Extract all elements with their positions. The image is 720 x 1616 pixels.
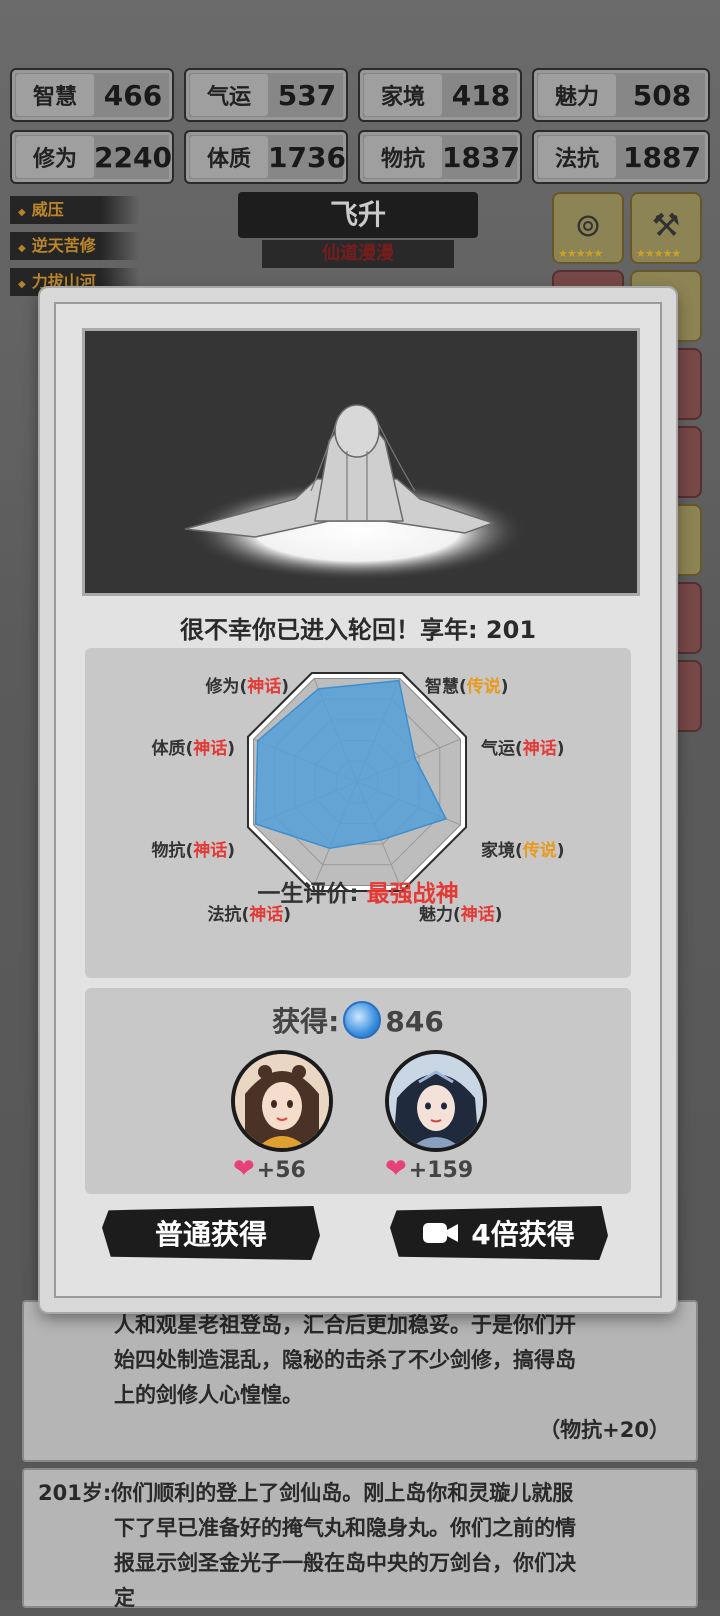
radar-tier: 传说: [522, 841, 557, 861]
radar-bracket: ): [494, 905, 503, 925]
heart-icon: ❤: [233, 1154, 255, 1184]
companion-portrait[interactable]: [231, 1050, 333, 1152]
video-claim-button[interactable]: 4倍获得: [390, 1206, 608, 1260]
spirit-flame-icon: [343, 1001, 382, 1039]
radar-tier: 神话: [249, 905, 284, 925]
radar-stat-name: 物抗: [151, 841, 186, 861]
radar-bracket: (: [459, 677, 467, 697]
reward-amount: 846: [385, 1005, 444, 1038]
verdict-label: 一生评价:: [257, 881, 359, 907]
radar-bracket: (: [453, 905, 461, 925]
ascension-scene-image: [82, 328, 640, 596]
attribute-radar-chart: [246, 671, 468, 893]
radar-axis-label: 体质(神话): [151, 734, 235, 759]
video-claim-label: 4倍获得: [471, 1218, 575, 1251]
reward-label: 获得:: [272, 1005, 340, 1038]
radar-bracket: ): [227, 739, 235, 759]
companion-portrait[interactable]: [385, 1050, 487, 1152]
normal-claim-label: 普通获得: [154, 1218, 267, 1251]
verdict-value: 最强战神: [366, 881, 459, 907]
radar-axis-label: 物抗(神话): [151, 836, 235, 861]
radar-bracket: (: [515, 841, 523, 861]
radar-stat-name: 修为: [205, 677, 240, 697]
affinity-value: +159: [408, 1158, 474, 1183]
radar-bracket: ): [227, 841, 235, 861]
radar-bracket: (: [515, 739, 523, 759]
radar-stat-name: 体质: [151, 739, 186, 759]
affinity-value: +56: [256, 1158, 306, 1183]
video-camera-icon: [423, 1223, 459, 1243]
companion-affinity: ❤+56: [233, 1154, 306, 1184]
radar-stat-name: 法抗: [207, 905, 242, 925]
normal-claim-button[interactable]: 普通获得: [102, 1206, 320, 1260]
life-verdict: 一生评价: 最强战神: [40, 874, 676, 908]
radar-axis-label: 家境(传说): [481, 836, 565, 861]
radar-bracket: ): [281, 677, 289, 697]
death-result-text: 很不幸你已进入轮回！享年: 201: [179, 616, 537, 644]
radar-tier: 神话: [522, 739, 557, 759]
radar-tier: 神话: [460, 905, 495, 925]
radar-bracket: ): [500, 677, 509, 697]
radar-panel: 修为(神话) 智慧(传说) 气运(神话) 家境(传说) 魅力(神话) 法抗(神话) 物抗(神…: [85, 648, 631, 978]
radar-bracket: ): [283, 905, 291, 925]
radar-stat-name: 气运: [481, 739, 515, 759]
heart-icon: ❤: [385, 1154, 407, 1184]
radar-stat-name: 魅力: [419, 905, 453, 925]
radar-bracket: ): [556, 841, 565, 861]
reward-panel: 获得: 846 ❤+56 ❤+159: [85, 988, 631, 1194]
reward-line: 获得: 846: [85, 1000, 631, 1042]
reincarnation-dialog: 很不幸你已进入轮回！享年: 201 修为(神话) 智慧(传说) 气运(神话) 家境(传…: [40, 288, 676, 1312]
radar-tier: 神话: [193, 841, 228, 861]
radar-axis-label: 智慧(传说): [425, 672, 509, 697]
radar-stat-name: 智慧: [425, 677, 459, 697]
companion-affinity: ❤+159: [385, 1154, 473, 1184]
radar-axis-label: 修为(神话): [205, 672, 289, 697]
radar-tier: 传说: [466, 677, 501, 697]
radar-tier: 神话: [247, 677, 282, 697]
radar-bracket: ): [556, 739, 565, 759]
radar-stat-name: 家境: [481, 841, 515, 861]
radar-tier: 神话: [193, 739, 228, 759]
radar-axis-label: 气运(神话): [481, 734, 565, 759]
